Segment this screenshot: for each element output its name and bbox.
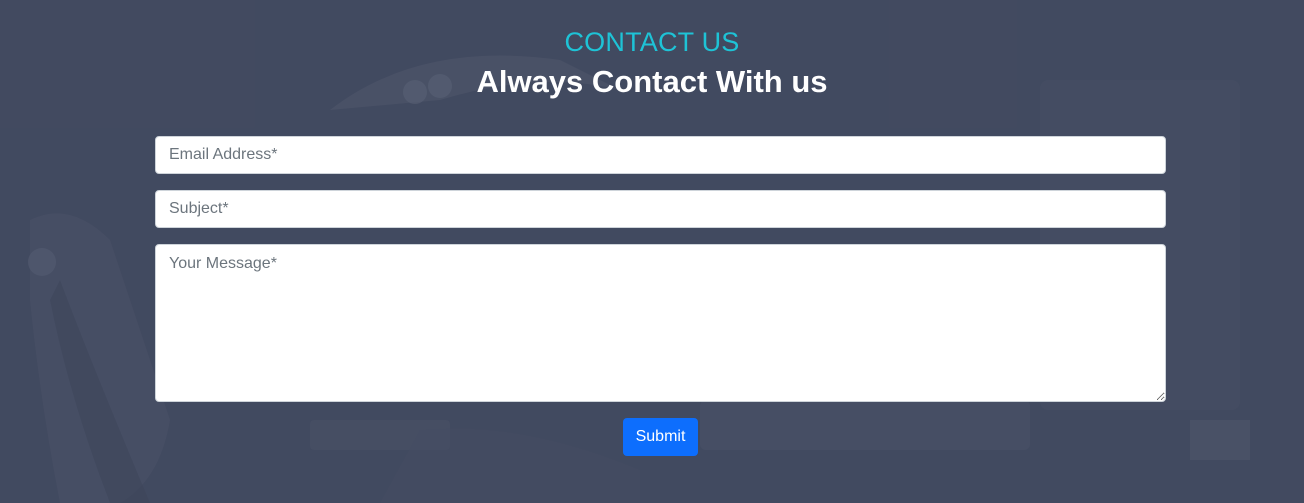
subject-field[interactable]	[155, 190, 1166, 228]
contact-header: CONTACT US Always Contact With us	[0, 0, 1304, 102]
submit-row: Submit	[155, 418, 1166, 456]
submit-button[interactable]: Submit	[622, 418, 699, 456]
email-field[interactable]	[155, 136, 1166, 174]
section-title: Always Contact With us	[476, 64, 828, 99]
contact-section: CONTACT US Always Contact With us Submit	[0, 0, 1304, 503]
contact-form: Submit	[155, 136, 1166, 456]
section-eyebrow: CONTACT US	[564, 27, 740, 57]
message-textarea[interactable]	[155, 244, 1166, 402]
